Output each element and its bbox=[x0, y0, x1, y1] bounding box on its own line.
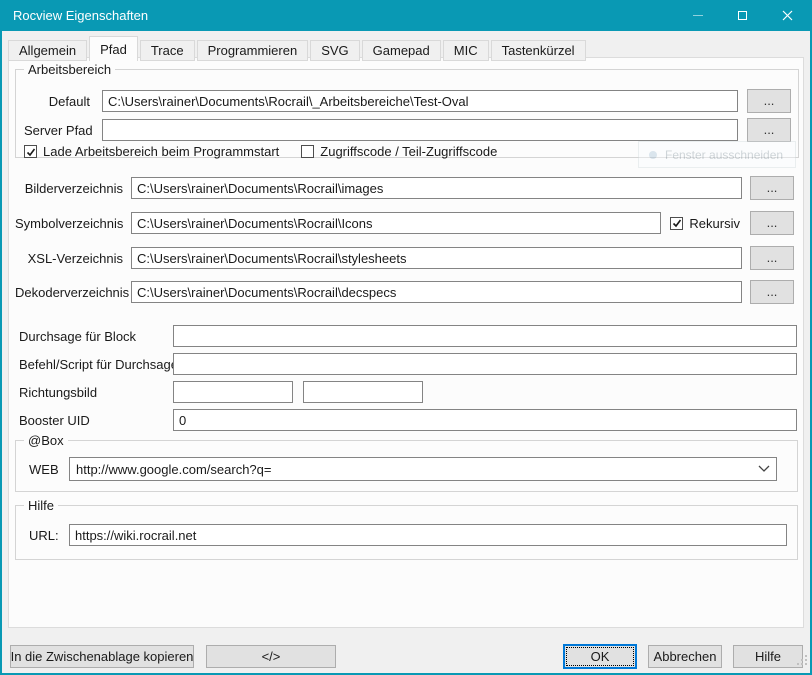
recursive-checkbox[interactable] bbox=[670, 217, 683, 230]
minimize-icon bbox=[693, 15, 703, 16]
browse-symbols-button[interactable]: ... bbox=[750, 211, 794, 235]
direction-image-field-1[interactable] bbox=[173, 381, 293, 403]
tab-tastenkuerzel[interactable]: Tastenkürzel bbox=[491, 40, 586, 61]
copy-to-clipboard-button[interactable]: In die Zwischenablage kopieren bbox=[10, 645, 194, 668]
symbols-dir-field[interactable] bbox=[131, 212, 661, 234]
rocview-properties-dialog: Rocview Eigenschaften Allgemein Pfad Tra… bbox=[0, 0, 812, 675]
booster-uid-field[interactable] bbox=[173, 409, 797, 431]
tab-label: Trace bbox=[151, 43, 184, 58]
cancel-button[interactable]: Abbrechen bbox=[648, 645, 722, 668]
help-url-field[interactable] bbox=[69, 524, 787, 546]
close-icon bbox=[782, 10, 793, 21]
symbols-dir-label: Symbolverzeichnis bbox=[15, 216, 123, 231]
atbox-group: @Box WEB http://www.google.com/search?q= bbox=[15, 440, 798, 492]
window-title: Rocview Eigenschaften bbox=[2, 8, 675, 23]
access-code-label: Zugriffscode / Teil-Zugriffscode bbox=[320, 144, 497, 159]
code-button[interactable]: </> bbox=[206, 645, 336, 668]
tab-label: Allgemein bbox=[19, 43, 76, 58]
web-label: WEB bbox=[29, 462, 59, 477]
direction-image-label: Richtungsbild bbox=[19, 385, 165, 400]
decoder-dir-label: Dekoderverzeichnis bbox=[15, 285, 123, 300]
tab-programmieren[interactable]: Programmieren bbox=[197, 40, 309, 61]
load-workspace-label: Lade Arbeitsbereich beim Programmstart bbox=[43, 144, 279, 159]
announce-script-field[interactable] bbox=[173, 353, 797, 375]
tab-label: Gamepad bbox=[373, 43, 430, 58]
tab-allgemein[interactable]: Allgemein bbox=[8, 40, 87, 61]
ok-button[interactable]: OK bbox=[563, 644, 637, 669]
workspace-group-title: Arbeitsbereich bbox=[24, 62, 115, 77]
xsl-dir-field[interactable] bbox=[131, 247, 742, 269]
announce-script-label: Befehl/Script für Durchsage bbox=[19, 357, 165, 372]
tab-mic[interactable]: MIC bbox=[443, 40, 489, 61]
load-workspace-checkbox[interactable] bbox=[24, 145, 37, 158]
tab-gamepad[interactable]: Gamepad bbox=[362, 40, 441, 61]
web-combobox[interactable]: http://www.google.com/search?q= bbox=[69, 457, 777, 481]
tab-pfad[interactable]: Pfad bbox=[89, 36, 138, 61]
tab-label: Programmieren bbox=[208, 43, 298, 58]
minimize-button[interactable] bbox=[675, 0, 720, 31]
browse-server-button[interactable]: ... bbox=[747, 118, 791, 142]
tab-bar: Allgemein Pfad Trace Programmieren SVG G… bbox=[8, 36, 804, 61]
help-url-label: URL: bbox=[29, 528, 59, 543]
help-group: Hilfe URL: bbox=[15, 505, 798, 560]
snip-tooltip-text: Fenster ausschneiden bbox=[665, 148, 783, 162]
checkmark-icon bbox=[26, 147, 36, 157]
browse-images-button[interactable]: ... bbox=[750, 176, 794, 200]
server-path-label: Server Pfad bbox=[24, 123, 90, 138]
decoder-dir-field[interactable] bbox=[131, 281, 742, 303]
images-dir-label: Bilderverzeichnis bbox=[15, 181, 123, 196]
recursive-label: Rekursiv bbox=[689, 216, 740, 231]
atbox-group-title: @Box bbox=[24, 433, 68, 448]
maximize-button[interactable] bbox=[720, 0, 765, 31]
resize-grip[interactable] bbox=[797, 652, 807, 670]
chevron-down-icon bbox=[758, 465, 770, 473]
browse-xsl-button[interactable]: ... bbox=[750, 246, 794, 270]
checkmark-icon bbox=[672, 218, 682, 228]
tab-trace[interactable]: Trace bbox=[140, 40, 195, 61]
block-announce-label: Durchsage für Block bbox=[19, 329, 165, 344]
tab-label: Pfad bbox=[100, 42, 127, 57]
help-button[interactable]: Hilfe bbox=[733, 645, 803, 668]
resize-grip-icon bbox=[797, 655, 807, 665]
browse-default-button[interactable]: ... bbox=[747, 89, 791, 113]
maximize-icon bbox=[738, 11, 747, 20]
tab-label: Tastenkürzel bbox=[502, 43, 575, 58]
xsl-dir-label: XSL-Verzeichnis bbox=[15, 251, 123, 266]
default-label: Default bbox=[24, 94, 90, 109]
direction-image-field-2[interactable] bbox=[303, 381, 423, 403]
booster-uid-label: Booster UID bbox=[19, 413, 165, 428]
tab-label: SVG bbox=[321, 43, 348, 58]
default-workspace-field[interactable] bbox=[102, 90, 738, 112]
tab-svg[interactable]: SVG bbox=[310, 40, 359, 61]
web-combobox-value: http://www.google.com/search?q= bbox=[76, 462, 758, 477]
snip-tooltip-overlay: Fenster ausschneiden bbox=[638, 141, 796, 168]
window-controls bbox=[675, 0, 810, 31]
access-code-checkbox[interactable] bbox=[301, 145, 314, 158]
help-group-title: Hilfe bbox=[24, 498, 58, 513]
block-announce-field[interactable] bbox=[173, 325, 797, 347]
tab-label: MIC bbox=[454, 43, 478, 58]
images-dir-field[interactable] bbox=[131, 177, 742, 199]
snip-window-icon bbox=[649, 151, 657, 159]
server-path-field[interactable] bbox=[102, 119, 738, 141]
browse-decoder-button[interactable]: ... bbox=[750, 280, 794, 304]
titlebar[interactable]: Rocview Eigenschaften bbox=[2, 0, 810, 31]
close-button[interactable] bbox=[765, 0, 810, 31]
